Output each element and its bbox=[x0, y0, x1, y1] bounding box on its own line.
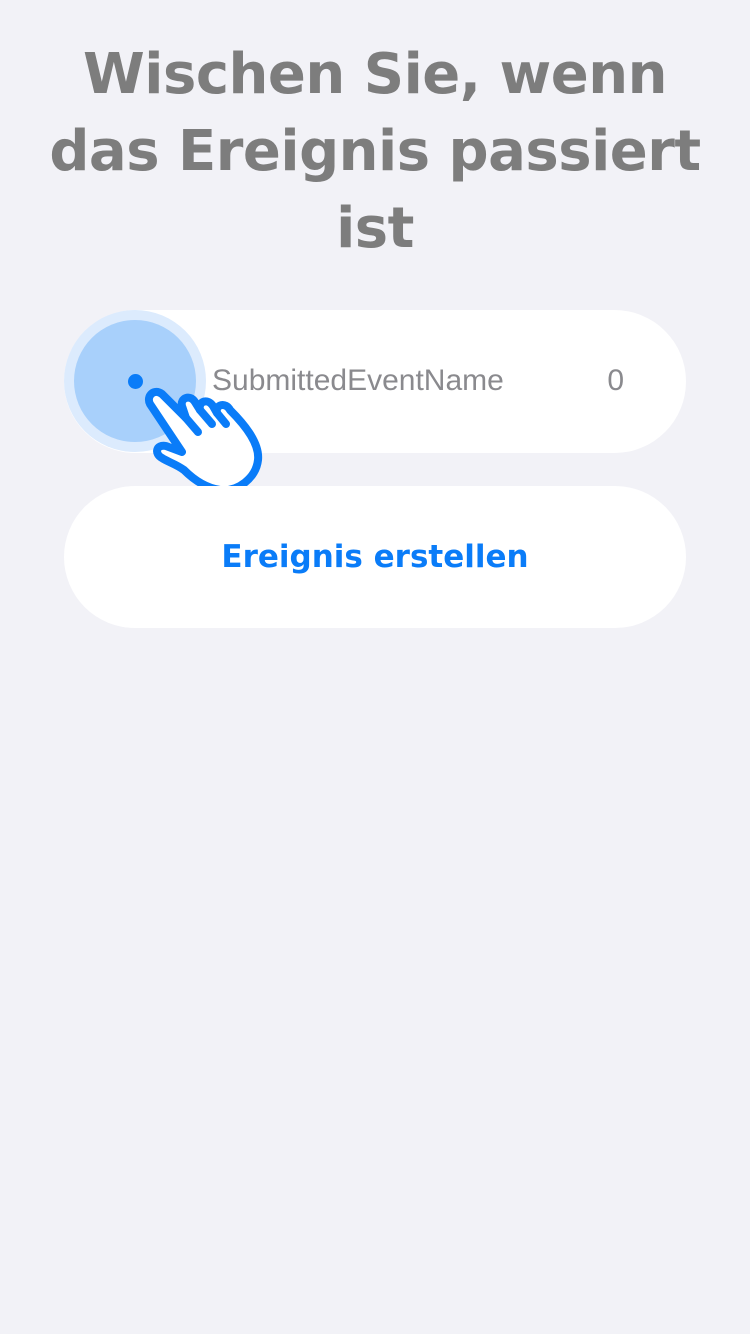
event-count: 0 bbox=[607, 364, 624, 397]
page-title: Wischen Sie, wenn das Ereignis passiert … bbox=[49, 42, 701, 261]
create-event-button[interactable]: Ereignis erstellen bbox=[64, 486, 686, 628]
create-event-label: Ereignis erstellen bbox=[221, 539, 529, 575]
